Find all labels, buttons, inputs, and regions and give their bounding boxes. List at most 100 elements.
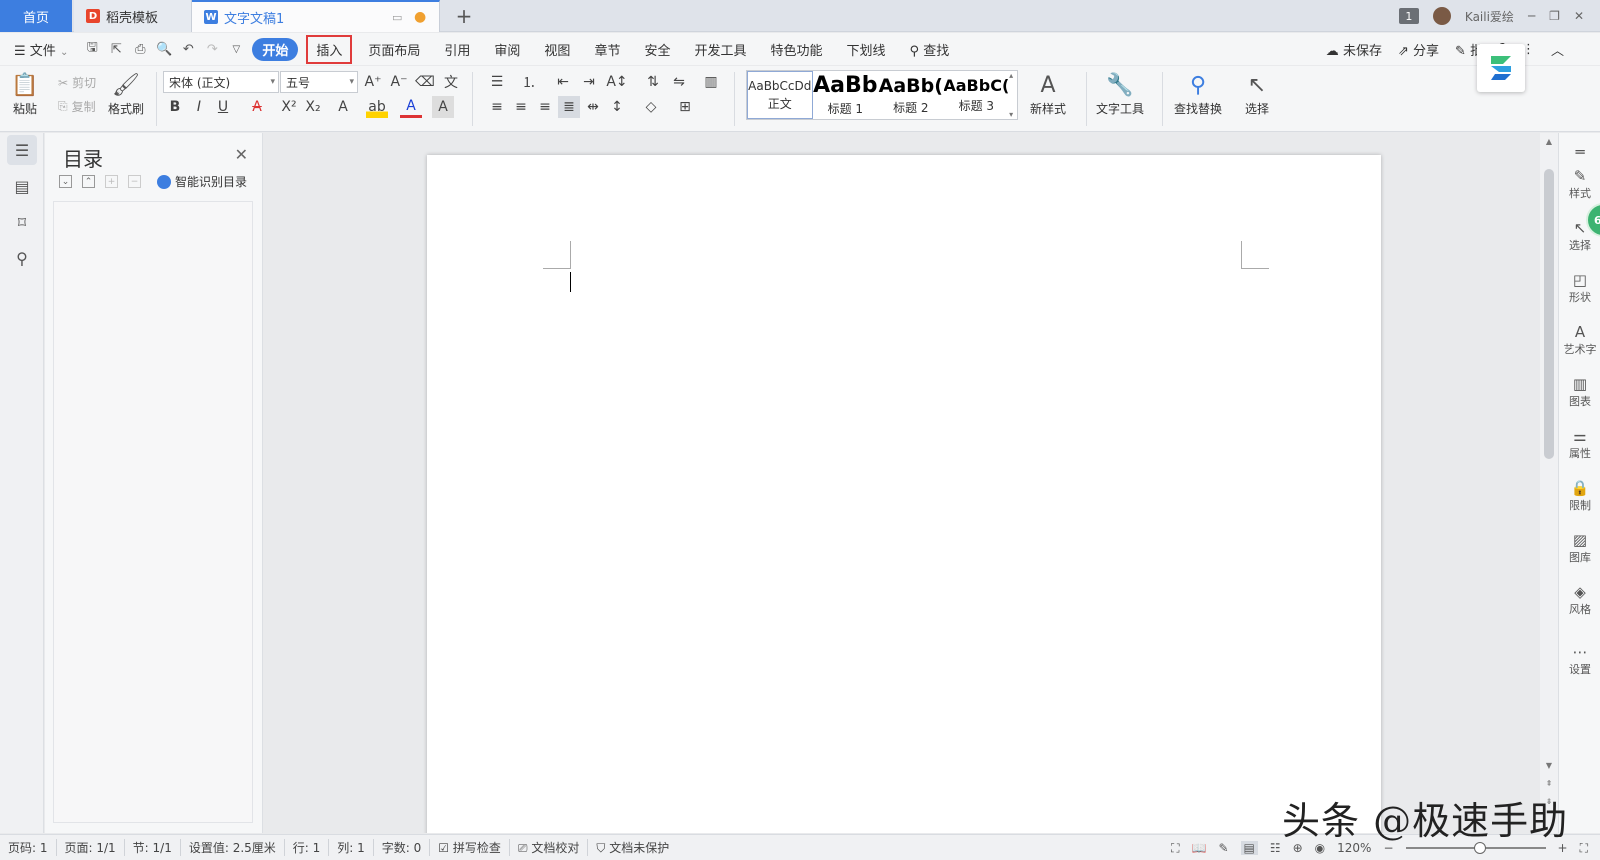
user-name[interactable]: Kaili爱绘 <box>1465 8 1514 25</box>
char-shading-icon[interactable]: A <box>432 96 454 118</box>
monitor-icon[interactable]: ▭ <box>392 11 402 24</box>
clear-format-icon[interactable]: ⌫ <box>414 71 436 93</box>
bold-icon[interactable]: B <box>164 96 186 118</box>
decrease-indent-icon[interactable]: ⇤ <box>552 71 574 93</box>
proofread-button[interactable]: ⎚ 文档校对 <box>510 839 589 856</box>
collapse-icon[interactable]: ⌃ <box>82 175 95 188</box>
file-menu[interactable]: ☰ 文件 ⌄ <box>0 40 80 59</box>
print-preview-icon[interactable]: 🔍 <box>152 42 176 57</box>
rightbar-wordart[interactable]: A 艺术字 <box>1559 323 1600 357</box>
share-button[interactable]: ⇗ 分享 <box>1398 40 1439 59</box>
text-tools-button[interactable]: 🔧 文字工具 <box>1096 70 1144 117</box>
numbered-list-icon[interactable]: ⒈ <box>518 71 540 93</box>
format-painter-button[interactable]: 🖌 格式刷 <box>108 70 144 117</box>
vertical-scrollbar[interactable]: ▲ ▼ ⇞ ⇟ <box>1540 133 1558 833</box>
tab-page-layout[interactable]: 页面布局 <box>356 40 432 59</box>
status-pages[interactable]: 页面: 1/1 <box>57 839 125 856</box>
outline-view-icon[interactable]: ☷ <box>1270 841 1281 855</box>
increase-indent-icon[interactable]: ⇥ <box>578 71 600 93</box>
kite-logo[interactable] <box>1477 44 1525 92</box>
paste-button[interactable]: 📋 粘贴 <box>10 70 40 117</box>
style-heading-1[interactable]: AaBb 标题 1 <box>813 71 879 119</box>
rightbar-theme[interactable]: ◈ 风格 <box>1559 583 1600 617</box>
scroll-down-icon[interactable]: ▼ <box>1540 761 1558 770</box>
smart-toc-button[interactable]: 智能识别目录 <box>157 173 247 190</box>
fullscreen-icon[interactable]: ⛶ <box>1171 841 1179 856</box>
tab-view[interactable]: 视图 <box>532 40 582 59</box>
rightbar-settings[interactable]: ⋯ 设置 <box>1559 643 1600 677</box>
style-gallery-scroll[interactable]: ▴ ▾ <box>1009 71 1017 119</box>
grow-font-icon[interactable]: A⁺ <box>362 71 384 93</box>
unsaved-status[interactable]: ☁ 未保存 <box>1326 40 1382 59</box>
italic-icon[interactable]: I <box>188 96 210 118</box>
font-size-select[interactable]: 五号 <box>280 71 358 93</box>
page-view-icon[interactable]: ▤ <box>1240 841 1258 855</box>
superscript-icon[interactable]: X² <box>278 96 300 118</box>
subscript-icon[interactable]: X₂ <box>302 96 324 118</box>
align-center-icon[interactable]: ≡ <box>510 96 532 118</box>
bullet-list-icon[interactable]: ☰ <box>486 71 508 93</box>
select-button[interactable]: ↖ 选择 <box>1242 70 1272 117</box>
chevron-up-icon[interactable]: ▴ <box>1009 71 1017 80</box>
rightbar-chart[interactable]: ▥ 图表 <box>1559 375 1600 409</box>
redo-icon[interactable]: ↷ <box>200 42 224 57</box>
tab-underline[interactable]: 下划线 <box>835 40 898 59</box>
export-icon[interactable]: ⇱ <box>104 42 128 57</box>
minimize-button[interactable]: ─ <box>1528 9 1535 23</box>
status-page-number[interactable]: 页码: 1 <box>0 839 57 856</box>
zoom-slider[interactable] <box>1405 842 1546 854</box>
rightbar-collapse[interactable]: ═ <box>1559 143 1600 161</box>
customize-icon[interactable]: ▽ <box>224 44 248 55</box>
add-icon[interactable]: + <box>105 175 118 188</box>
find-nav-icon[interactable]: ⚲ <box>7 243 37 273</box>
rightbar-restrict[interactable]: 🔒 限制 <box>1559 479 1600 513</box>
underline-icon[interactable]: U <box>212 96 234 118</box>
prev-page-icon[interactable]: ⇞ <box>1540 779 1558 788</box>
paragraph-shading-icon[interactable]: ◇ <box>640 96 662 118</box>
find-replace-button[interactable]: ⚲ 查找替换 <box>1174 70 1222 117</box>
avatar[interactable] <box>1432 7 1451 25</box>
bookmark-nav-icon[interactable]: ⌑ <box>7 207 37 237</box>
rightbar-shapes[interactable]: ◰ 形状 <box>1559 271 1600 305</box>
cut-button[interactable]: ✂ 剪切 <box>58 74 96 91</box>
tab-security[interactable]: 安全 <box>632 40 682 59</box>
strikethrough-icon[interactable]: A <box>246 96 268 118</box>
save-icon[interactable]: 🖫 <box>80 38 104 60</box>
scroll-thumb[interactable] <box>1544 169 1554 459</box>
text-effect-icon[interactable]: A <box>332 96 354 118</box>
status-word-count[interactable]: 字数: 0 <box>374 839 431 856</box>
remove-icon[interactable]: − <box>128 175 141 188</box>
new-tab-button[interactable]: + <box>452 4 476 28</box>
document-page[interactable] <box>427 155 1381 833</box>
tab-section[interactable]: 章节 <box>582 40 632 59</box>
collapse-ribbon-icon[interactable]: ︿ <box>1551 40 1564 59</box>
copy-button[interactable]: ⎘ 复制 <box>58 98 96 115</box>
sort-icon[interactable]: ⇅ <box>642 71 664 93</box>
undo-icon[interactable]: ↶ <box>176 42 200 57</box>
distribute-icon[interactable]: ⇹ <box>582 96 604 118</box>
print-icon[interactable]: ⎙ <box>128 42 152 57</box>
borders-icon[interactable]: ⊞ <box>674 96 696 118</box>
tab-start[interactable]: 开始 <box>252 37 299 61</box>
fit-window-icon[interactable]: ⛶ <box>1580 841 1588 856</box>
window-count-badge[interactable]: 1 <box>1398 8 1419 24</box>
style-normal[interactable]: AaBbCcDd 正文 <box>747 71 813 119</box>
rightbar-styles[interactable]: ✎ 样式 <box>1559 167 1600 201</box>
text-direction-icon[interactable]: A↕ <box>606 71 628 93</box>
tab-insert[interactable]: 插入 <box>306 34 353 64</box>
close-button[interactable]: ✕ <box>1574 9 1584 23</box>
justify-icon[interactable]: ≣ <box>558 96 580 118</box>
status-section[interactable]: 节: 1/1 <box>125 839 181 856</box>
outline-nav-icon[interactable]: ▤ <box>7 171 37 201</box>
close-icon[interactable]: ✕ <box>235 145 248 164</box>
document-area[interactable] <box>264 133 1540 833</box>
align-right-icon[interactable]: ≡ <box>534 96 556 118</box>
toc-nav-icon[interactable]: ☰ <box>7 135 37 165</box>
chevron-down-icon[interactable]: ▾ <box>1009 110 1017 119</box>
restore-button[interactable]: ❐ <box>1549 9 1560 23</box>
toc-list[interactable] <box>53 201 253 823</box>
line-spacing-icon[interactable]: ↕ <box>606 96 628 118</box>
style-heading-3[interactable]: AaBbC( 标题 3 <box>944 71 1010 119</box>
expand-icon[interactable]: ⌄ <box>59 175 72 188</box>
spellcheck-button[interactable]: ☑ 拼写检查 <box>430 839 510 856</box>
